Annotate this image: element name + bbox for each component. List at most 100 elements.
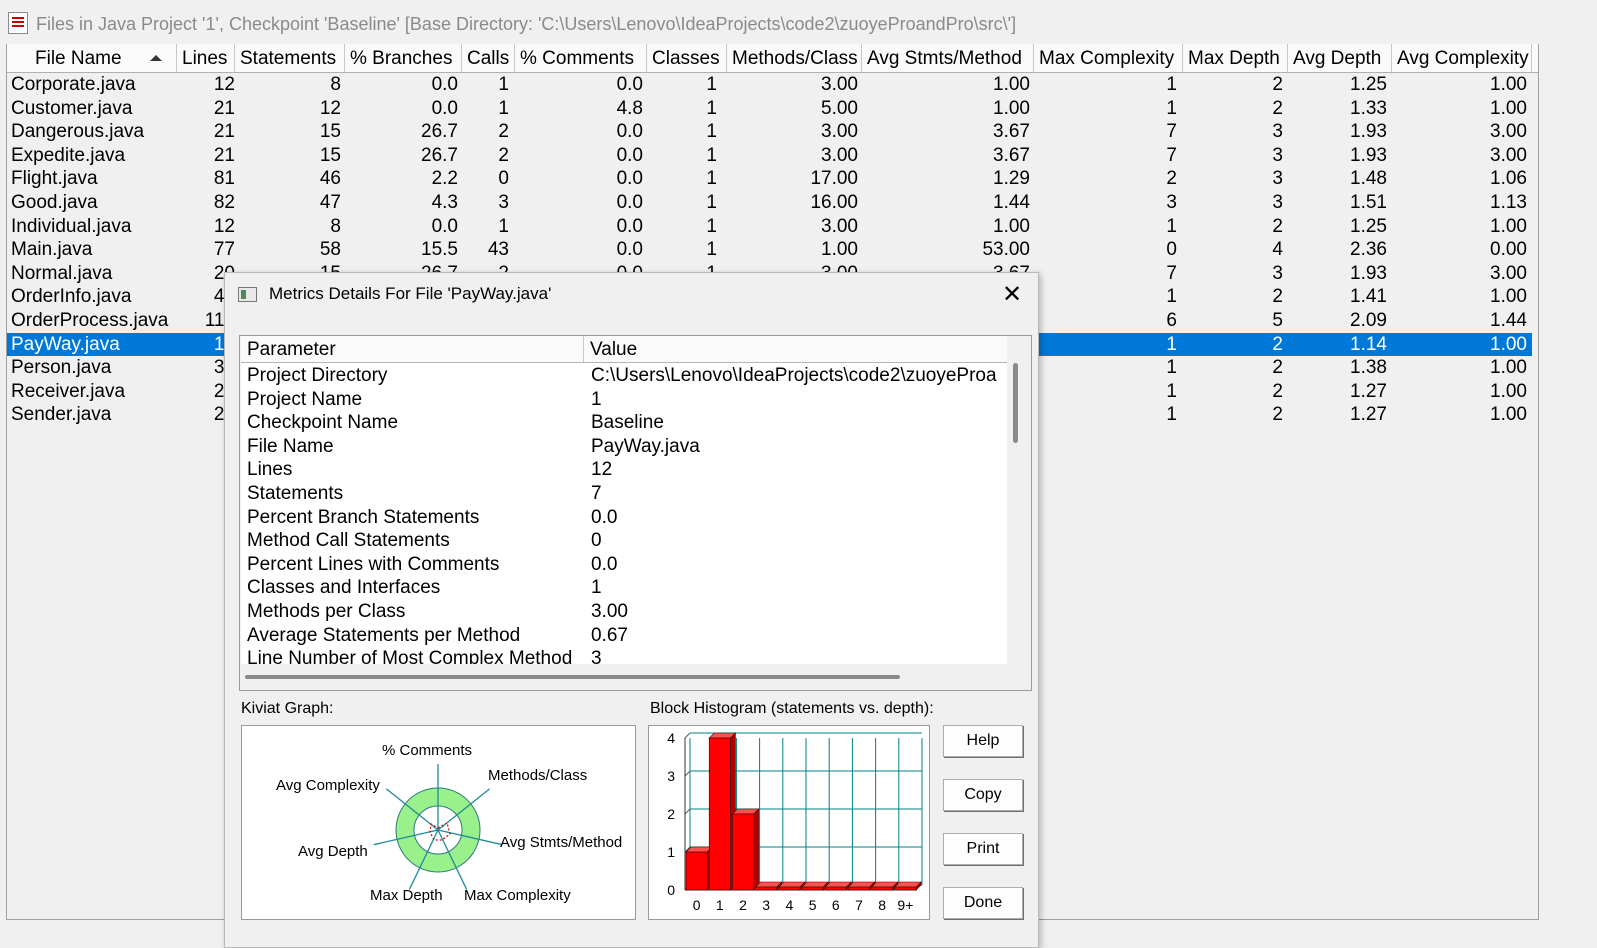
table-cell: 7 xyxy=(1166,121,1177,143)
table-cell: 0.0 xyxy=(616,144,643,166)
column-header[interactable]: Classes xyxy=(647,44,727,72)
table-row[interactable]: Individual.java 12 8 0.0 1 0.0 1 3.00 1.00 1 2 1.25… xyxy=(7,215,1532,239)
histogram-x-tick-label: 0 xyxy=(693,897,701,913)
column-header[interactable]: Methods/Class xyxy=(727,44,862,72)
table-row[interactable]: Good.java 82 47 4.3 3 0.0 1 16.00 1.44 3 3 1.51 1.13 xyxy=(7,191,1532,215)
histogram-bar-top xyxy=(801,881,829,888)
table-cell: OrderInfo.java xyxy=(11,286,132,308)
table-cell: 1.93 xyxy=(1350,121,1387,143)
table-cell: 1 xyxy=(706,144,717,166)
histogram-y-tick-label: 2 xyxy=(667,806,675,822)
table-row[interactable]: Corporate.java 12 8 0.0 1 0.0 1 3.00 1.00 1 2 1.25 1… xyxy=(7,73,1532,97)
details-grid[interactable]: Parameter Value Project Directory C:\User… xyxy=(241,336,1007,664)
table-cell: 2.09 xyxy=(1350,310,1387,331)
table-cell: 1.00 xyxy=(821,239,858,261)
histogram-bar-side xyxy=(753,808,759,891)
table-cell: OrderProcess.java xyxy=(11,310,169,331)
kiviat-axis-label: % Comments xyxy=(382,742,472,759)
parameter-value: 0.0 xyxy=(591,506,618,528)
details-grid-row[interactable]: Checkpoint Name Baseline xyxy=(241,411,1007,435)
details-grid-row[interactable]: Statements 7 xyxy=(241,482,1007,506)
kiviat-graph-svg: % Comments Methods/Class Avg Stmts/Method M… xyxy=(276,742,622,904)
details-grid-row[interactable]: File Name PayWay.java xyxy=(241,435,1007,459)
details-grid-row[interactable]: Method Call Statements 0 xyxy=(241,529,1007,553)
table-cell: Expedite.java xyxy=(11,144,126,166)
parameter-value: PayWay.java xyxy=(591,435,700,457)
sort-ascending-icon xyxy=(150,55,162,61)
table-cell: 1 xyxy=(1166,380,1177,402)
column-header[interactable]: % Branches xyxy=(345,44,462,72)
column-header[interactable]: Lines xyxy=(177,44,235,72)
column-header[interactable]: % Comments xyxy=(515,44,647,72)
table-cell: 3.67 xyxy=(993,121,1030,143)
table-cell: 1.13 xyxy=(1490,192,1527,213)
value-column-header[interactable]: Value xyxy=(584,336,1007,362)
parameter-value: 1 xyxy=(591,388,602,410)
parameter-column-header[interactable]: Parameter xyxy=(241,336,584,362)
dialog-title: Metrics Details For File 'PayWay.java' xyxy=(269,284,552,303)
details-grid-row[interactable]: Project Name 1 xyxy=(241,388,1007,412)
histogram-bar xyxy=(871,886,894,891)
histogram-bar-top xyxy=(708,732,737,739)
table-cell: 8 xyxy=(330,215,341,237)
details-horizontal-scroll-thumb[interactable] xyxy=(245,675,900,679)
column-header[interactable]: Statements xyxy=(235,44,345,72)
table-cell: 2 xyxy=(1272,97,1283,119)
table-row[interactable]: Expedite.java 21 15 26.7 2 0.0 1 3.00 3.67 7 3 1.93… xyxy=(7,144,1532,168)
table-row[interactable]: Main.java 77 58 15.5 43 0.0 1 1.00 53.00 0 4 2.36 0.… xyxy=(7,238,1532,262)
parameter-name: Classes and Interfaces xyxy=(247,577,441,599)
close-icon[interactable]: ✕ xyxy=(999,281,1025,307)
table-cell: 0.0 xyxy=(616,121,643,143)
details-grid-row[interactable]: Percent Lines with Comments 0.0 xyxy=(241,553,1007,577)
details-grid-row[interactable]: Project Directory C:\Users\Lenovo\IdeaPro… xyxy=(241,364,1007,388)
parameter-value: 0.0 xyxy=(591,553,618,575)
details-vertical-scroll-thumb[interactable] xyxy=(1013,363,1018,443)
table-cell: 7 xyxy=(1166,262,1177,284)
table-cell: 1.29 xyxy=(993,168,1030,190)
parameter-name: Percent Lines with Comments xyxy=(247,553,500,575)
column-header[interactable]: Avg Depth xyxy=(1288,44,1392,72)
column-header[interactable]: Calls xyxy=(462,44,515,72)
kiviat-axis-label: Avg Complexity xyxy=(276,777,380,794)
parameter-value: Baseline xyxy=(591,412,664,434)
table-cell: 8 xyxy=(330,74,341,95)
table-cell: 43 xyxy=(487,239,509,261)
column-header[interactable]: Max Complexity xyxy=(1034,44,1183,72)
table-cell: 1 xyxy=(1166,404,1177,426)
table-cell: 0.0 xyxy=(616,239,643,261)
details-grid-row[interactable]: Percent Branch Statements 0.0 xyxy=(241,506,1007,530)
column-header[interactable]: Avg Complexity xyxy=(1392,44,1532,72)
histogram-x-tick-label: 8 xyxy=(878,897,886,913)
print-button[interactable]: Print xyxy=(943,833,1023,865)
kiviat-axis-label: Max Complexity xyxy=(464,887,571,904)
table-cell: 21 xyxy=(213,144,235,166)
table-row[interactable]: Flight.java 81 46 2.2 0 0.0 1 17.00 1.29 2 3 1.48 1.… xyxy=(7,167,1532,191)
table-cell: 1 xyxy=(706,215,717,237)
table-cell: Dangerous.java xyxy=(11,121,145,143)
table-cell: 1 xyxy=(1166,333,1177,355)
table-row[interactable]: Dangerous.java 21 15 26.7 2 0.0 1 3.00 3.67 7 3 1.9… xyxy=(7,120,1532,144)
table-cell: 2 xyxy=(498,121,509,143)
histogram-x-tick-label: 7 xyxy=(855,897,863,913)
histogram-bar xyxy=(848,886,870,891)
parameter-name: Checkpoint Name xyxy=(247,412,399,434)
table-cell: Individual.java xyxy=(11,215,132,237)
column-header[interactable]: Max Depth xyxy=(1183,44,1288,72)
table-cell: 1.41 xyxy=(1350,286,1387,308)
details-grid-row[interactable]: Methods per Class 3.00 xyxy=(241,600,1007,624)
block-histogram-label: Block Histogram (statements vs. depth): xyxy=(650,700,934,717)
table-row[interactable]: Customer.java 21 12 0.0 1 4.8 1 5.00 1.00 1 2 1.33 1… xyxy=(7,97,1532,121)
details-grid-row[interactable]: Average Statements per Method 0.67 xyxy=(241,624,1007,648)
details-grid-row[interactable]: Classes and Interfaces 1 xyxy=(241,576,1007,600)
table-cell: 4.8 xyxy=(616,97,643,119)
details-grid-row[interactable]: Line Number of Most Complex Method 3 xyxy=(241,647,1007,664)
table-cell: Main.java xyxy=(11,239,93,261)
copy-button[interactable]: Copy xyxy=(943,779,1023,811)
help-button[interactable]: Help xyxy=(943,725,1023,757)
done-button[interactable]: Done xyxy=(943,887,1023,919)
column-header[interactable]: Avg Stmts/Method xyxy=(862,44,1034,72)
table-cell: 1.33 xyxy=(1350,97,1387,119)
histogram-y-tick-label: 0 xyxy=(667,882,675,898)
details-grid-row[interactable]: Lines 12 xyxy=(241,458,1007,482)
table-cell: 1 xyxy=(706,192,717,213)
